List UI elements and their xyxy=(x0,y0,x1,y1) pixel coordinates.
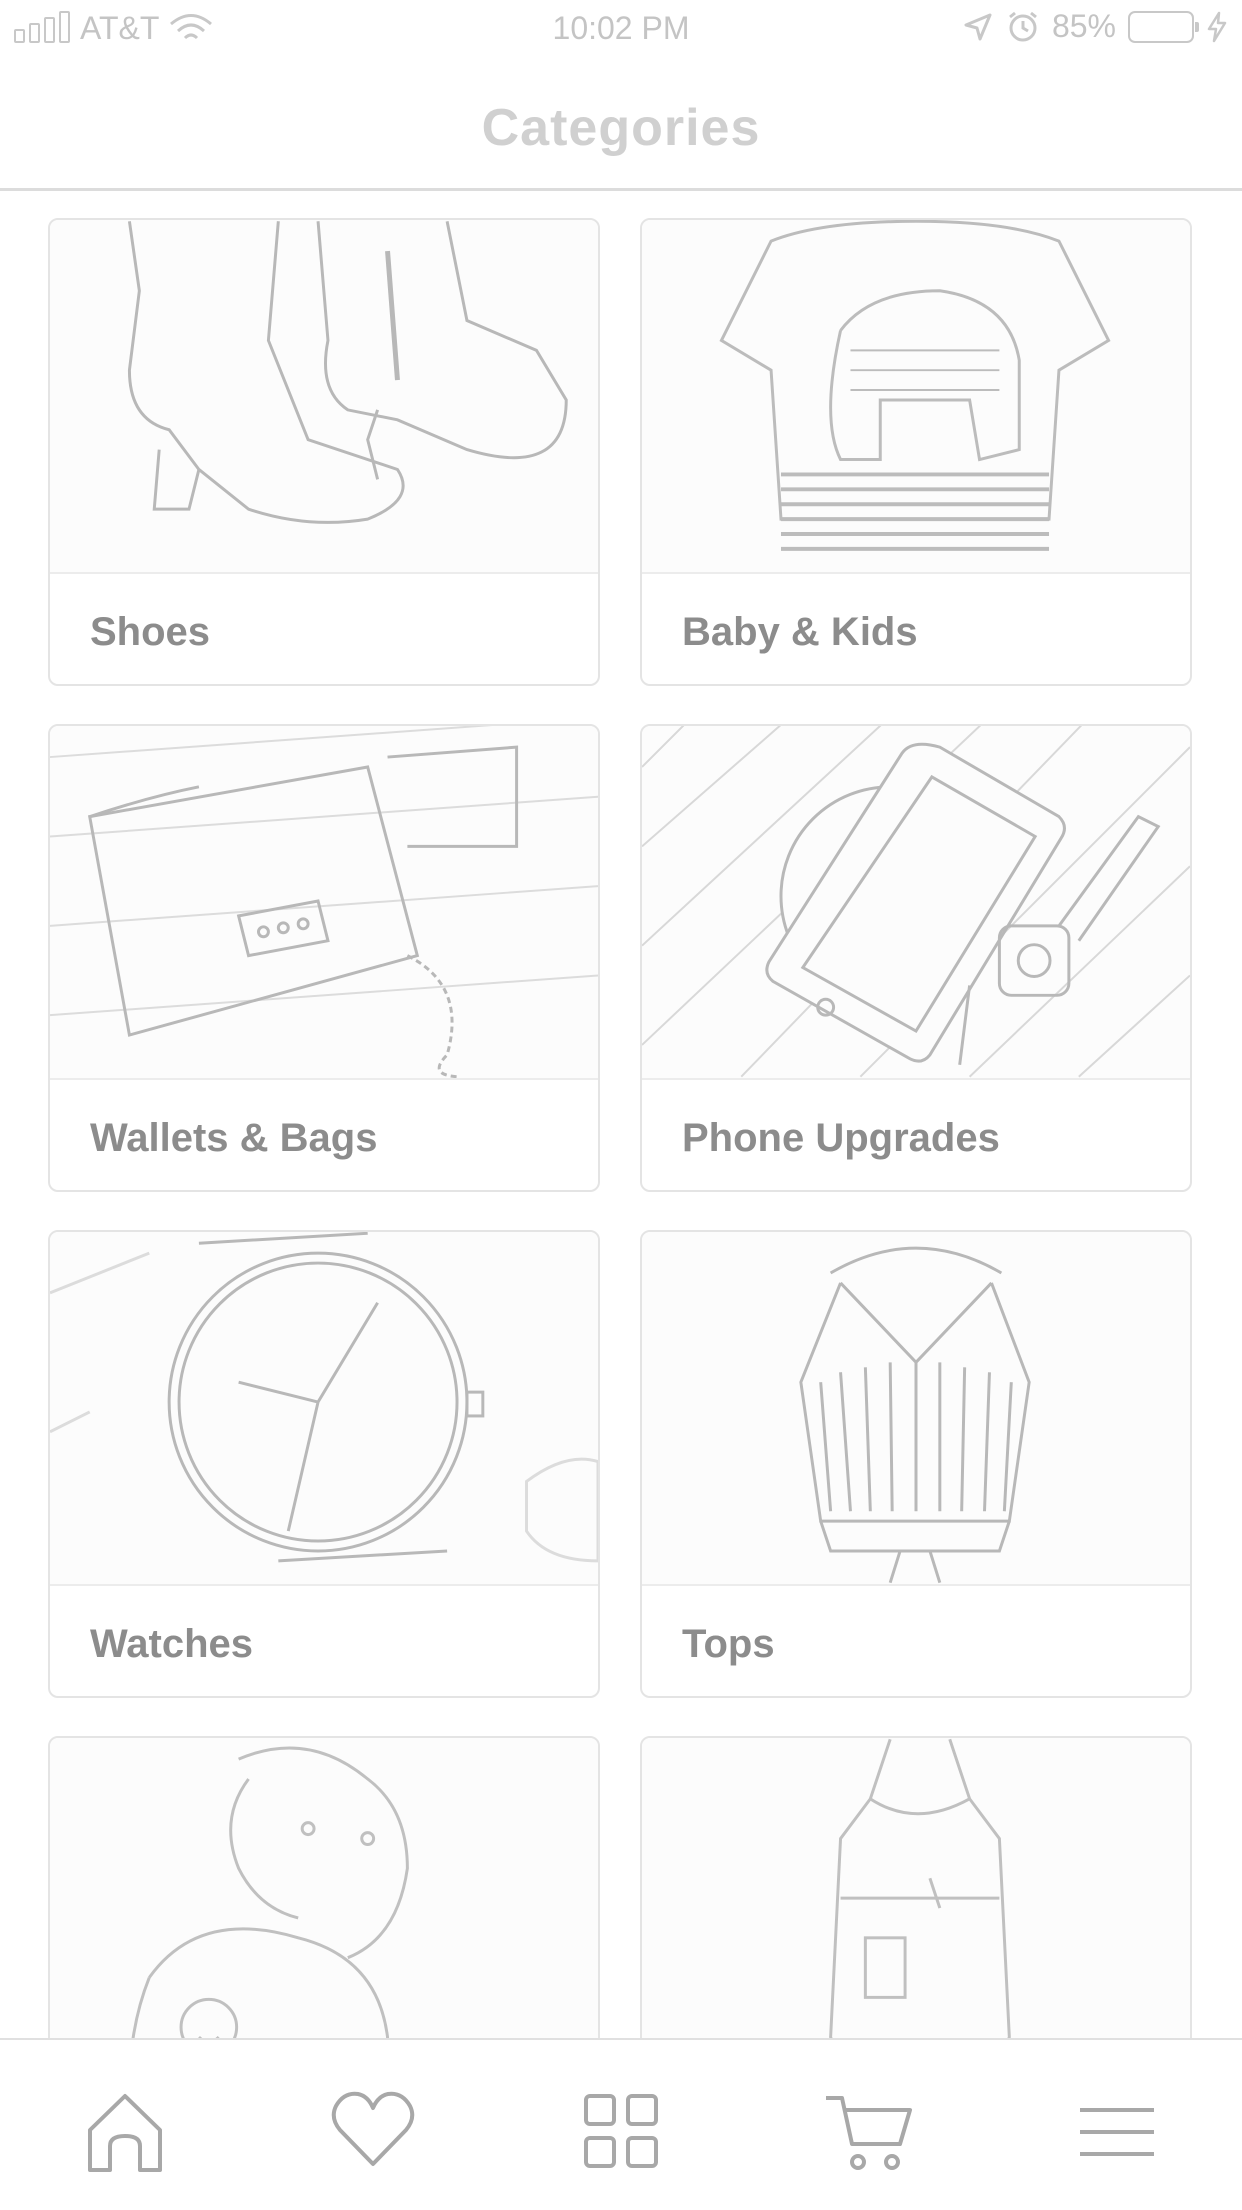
charging-bolt-icon xyxy=(1207,11,1227,42)
alarm-icon xyxy=(1009,11,1037,41)
tab-cart[interactable] xyxy=(824,2086,914,2176)
category-label: Baby & Kids xyxy=(682,610,918,654)
status-right: 85% xyxy=(962,8,1228,45)
grid-icon xyxy=(584,2094,658,2168)
location-arrow-icon xyxy=(964,13,992,40)
menu-icon xyxy=(1080,2108,1154,2156)
dog-illustration xyxy=(131,1746,409,2038)
category-card-wallets-bags[interactable]: Wallets & Bags xyxy=(48,724,600,1192)
category-card-watches[interactable]: Watches xyxy=(48,1230,600,1698)
tab-menu[interactable] xyxy=(1072,2086,1162,2176)
heart-icon xyxy=(331,2091,415,2166)
category-card-phone-upgrades[interactable]: Phone Upgrades xyxy=(640,724,1192,1192)
navigation-bar: Categories xyxy=(0,60,1242,191)
kids-shirt-illustration xyxy=(719,220,1111,551)
battery-percent: 85% xyxy=(1051,8,1116,44)
category-label: Shoes xyxy=(90,610,211,654)
cart-icon xyxy=(826,2096,912,2170)
tab-favorites[interactable] xyxy=(328,2086,418,2176)
tab-categories[interactable] xyxy=(576,2086,666,2176)
battery-icon xyxy=(1128,10,1199,43)
category-image xyxy=(642,1738,1190,2038)
category-image xyxy=(50,1232,598,1586)
home-icon xyxy=(88,2094,162,2172)
phone-charger-illustration xyxy=(642,726,1190,1078)
tab-home[interactable] xyxy=(80,2086,170,2176)
dress-illustration xyxy=(829,1738,1011,2038)
category-image xyxy=(642,220,1190,574)
category-card-shoes[interactable]: Shoes xyxy=(48,218,600,686)
category-grid[interactable]: Shoes Baby & Kids Wallets & Bags Phone U… xyxy=(48,218,1194,2038)
category-image xyxy=(50,726,598,1080)
tab-bar xyxy=(0,2038,1242,2210)
boots-illustration xyxy=(127,220,568,524)
category-image xyxy=(642,1232,1190,1586)
category-image xyxy=(642,726,1190,1080)
bag-illustration xyxy=(50,726,598,1078)
category-label: Watches xyxy=(90,1622,254,1666)
watch-illustration xyxy=(50,1232,598,1563)
category-image xyxy=(50,220,598,574)
category-image xyxy=(50,1738,598,2038)
category-card-pets[interactable] xyxy=(48,1736,600,2038)
category-label: Wallets & Bags xyxy=(90,1116,378,1160)
category-card-tops[interactable]: Tops xyxy=(640,1230,1192,1698)
page-title: Categories xyxy=(481,99,761,157)
category-label: Phone Upgrades xyxy=(682,1116,1000,1160)
category-card-dresses[interactable] xyxy=(640,1736,1192,2038)
category-label: Tops xyxy=(682,1622,775,1666)
status-bar: AT&T 10:02 PM 85% xyxy=(0,0,1242,60)
category-card-baby-kids[interactable]: Baby & Kids xyxy=(640,218,1192,686)
top-illustration xyxy=(799,1246,1031,1584)
